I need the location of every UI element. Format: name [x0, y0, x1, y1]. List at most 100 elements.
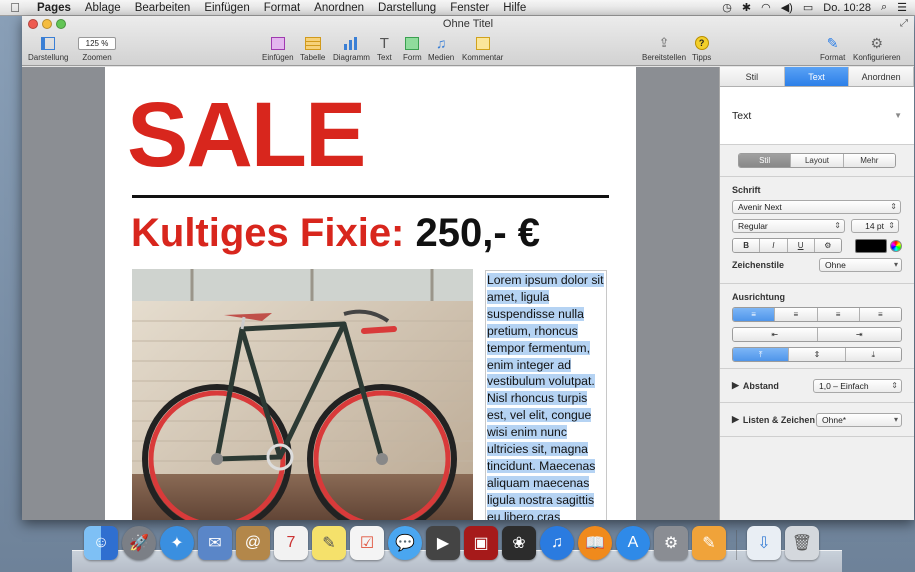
bicycle-photo[interactable] [132, 269, 473, 520]
table-button[interactable]: Tabelle [300, 34, 325, 62]
align-left-icon[interactable]: ≡ [733, 308, 776, 321]
subtab-layout[interactable]: Layout [791, 154, 844, 167]
app-store-icon[interactable]: A [616, 526, 650, 560]
subheadline-price: 250,- € [415, 211, 541, 255]
shape-button[interactable]: Form [403, 34, 422, 62]
messages-icon[interactable]: 💬 [388, 526, 422, 560]
volume-icon[interactable]: ◀) [781, 1, 793, 14]
fullscreen-icon[interactable]: ⤢ [900, 18, 908, 29]
vertical-align-buttons: ⤒ ⇕ ⤓ [732, 347, 902, 362]
trash-icon[interactable]: 🗑 [785, 526, 819, 560]
spacing-disclosure[interactable]: ▶ Abstand [732, 380, 779, 391]
view-button[interactable]: Darstellung [28, 34, 68, 62]
zoom-select[interactable]: 125 % [78, 36, 116, 50]
text-button[interactable]: T Text [377, 34, 392, 63]
body-text[interactable]: Lorem ipsum dolor sit amet, ligula suspe… [487, 272, 605, 520]
menubar-clock[interactable]: Do. 10:28 [823, 2, 871, 14]
notification-center-icon[interactable]: ☰ [897, 1, 907, 14]
menu-format[interactable]: Format [257, 2, 307, 14]
align-bottom-icon[interactable]: ⤓ [845, 348, 901, 361]
battery-icon[interactable]: ▭ [803, 1, 813, 14]
font-family-popup[interactable]: Avenir Next [732, 200, 901, 214]
contacts-icon[interactable]: @ [236, 526, 270, 560]
system-preferences-icon[interactable]: ⚙ [654, 526, 688, 560]
notes-icon[interactable]: ✎ [312, 526, 346, 560]
paragraph-style-selector[interactable]: Text ▼ [720, 87, 914, 145]
comment-button[interactable]: Kommentar [462, 34, 503, 62]
font-heading: Schrift [732, 185, 761, 195]
horizontal-align-buttons: ≡ ≡ ≡ ≡ [732, 307, 902, 322]
spacing-popup[interactable]: 1,0 – Einfach [813, 378, 902, 393]
wifi-icon[interactable]: ◠ [761, 1, 771, 14]
menu-ablage[interactable]: Ablage [78, 2, 128, 14]
font-size-stepper[interactable]: 14 pt [851, 219, 899, 233]
tab-anordnen[interactable]: Anordnen [849, 67, 914, 86]
align-top-icon[interactable]: ⤒ [733, 348, 790, 361]
italic-button[interactable]: I [760, 239, 788, 252]
increase-indent-icon[interactable]: ⇥ [817, 328, 901, 341]
bluetooth-icon[interactable]: ✱ [742, 1, 751, 14]
lists-disclosure[interactable]: ▶ Listen & Zeichen [732, 414, 815, 425]
spotlight-icon[interactable]: ⌕ [881, 1, 887, 14]
launchpad-icon[interactable]: 🚀 [122, 526, 156, 560]
subtab-stil[interactable]: Stil [739, 154, 792, 167]
setup-button[interactable]: ⚙ Konfigurieren [853, 34, 901, 63]
pages-icon[interactable]: ✎ [692, 526, 726, 560]
menu-pages[interactable]: Pages [30, 2, 78, 14]
selected-text[interactable]: Lorem ipsum dolor sit amet, ligula suspe… [487, 273, 604, 520]
ibooks-icon[interactable]: 📖 [578, 526, 612, 560]
mail-icon[interactable]: ✉ [198, 526, 232, 560]
view-icon [41, 36, 56, 50]
photo-booth-icon[interactable]: ▣ [464, 526, 498, 560]
sale-headline[interactable]: SALE [127, 89, 366, 181]
tab-text[interactable]: Text [784, 67, 850, 86]
format-button[interactable]: ✎ Format [820, 34, 845, 63]
align-center-icon[interactable]: ≡ [775, 308, 818, 321]
text-color-well[interactable] [855, 238, 887, 253]
subtab-mehr[interactable]: Mehr [843, 154, 895, 167]
text-options-gear-icon[interactable]: ⚙ [814, 239, 841, 252]
body-text-box[interactable]: Lorem ipsum dolor sit amet, ligula suspe… [485, 270, 607, 520]
menu-darstellung[interactable]: Darstellung [371, 2, 443, 14]
align-justify-icon[interactable]: ≡ [859, 308, 901, 321]
menu-bearbeiten[interactable]: Bearbeiten [128, 2, 198, 14]
table-icon [304, 36, 321, 50]
chart-button[interactable]: Diagramm [333, 34, 370, 62]
align-middle-icon[interactable]: ⇕ [789, 348, 846, 361]
menu-fenster[interactable]: Fenster [443, 2, 496, 14]
comment-icon [475, 36, 490, 50]
lists-popup[interactable]: Ohne* [816, 412, 902, 427]
menu-einfuegen[interactable]: Einfügen [197, 2, 256, 14]
char-styles-popup[interactable]: Ohne [819, 258, 902, 272]
tab-stil[interactable]: Stil [720, 67, 785, 86]
menu-anordnen[interactable]: Anordnen [307, 2, 371, 14]
finder-icon[interactable]: ☺ [84, 526, 118, 560]
facetime-icon[interactable]: ▶ [426, 526, 460, 560]
share-button[interactable]: ⇪ Bereitstellen [642, 34, 686, 62]
align-right-icon[interactable]: ≡ [817, 308, 860, 321]
reminders-icon[interactable]: ☑ [350, 526, 384, 560]
itunes-icon[interactable]: ♫ [540, 526, 574, 560]
media-button[interactable]: ♫ Medien [428, 34, 454, 62]
safari-icon[interactable]: ✦ [160, 526, 194, 560]
document-page[interactable]: SALE Kultiges Fixie: 250,- € Lorem ipsum… [105, 67, 636, 520]
media-icon: ♫ [435, 35, 447, 51]
downloads-stack-icon[interactable]: ⇩ [747, 526, 781, 560]
underline-button[interactable]: U [787, 239, 815, 252]
time-machine-icon[interactable]: ◷ [722, 1, 732, 14]
tips-button[interactable]: ? Tipps [692, 34, 711, 62]
subheadline[interactable]: Kultiges Fixie: 250,- € [131, 213, 540, 253]
zoom-control[interactable]: 125 % Zoomen [78, 34, 116, 62]
iphoto-icon[interactable]: ❀ [502, 526, 536, 560]
subheadline-product: Kultiges Fixie: [131, 211, 405, 255]
font-weight-popup[interactable]: Regular [732, 219, 845, 233]
color-wheel-icon[interactable] [890, 239, 902, 252]
bold-button[interactable]: B [733, 239, 761, 252]
insert-button[interactable]: Einfügen [262, 34, 294, 62]
decrease-indent-icon[interactable]: ⇤ [733, 328, 818, 341]
calendar-icon[interactable]: 7 [274, 526, 308, 560]
document-canvas[interactable]: SALE Kultiges Fixie: 250,- € Lorem ipsum… [22, 67, 719, 520]
horizontal-rule[interactable] [132, 195, 609, 198]
menu-hilfe[interactable]: Hilfe [496, 2, 533, 14]
apple-menu-icon[interactable]:  [0, 0, 30, 15]
